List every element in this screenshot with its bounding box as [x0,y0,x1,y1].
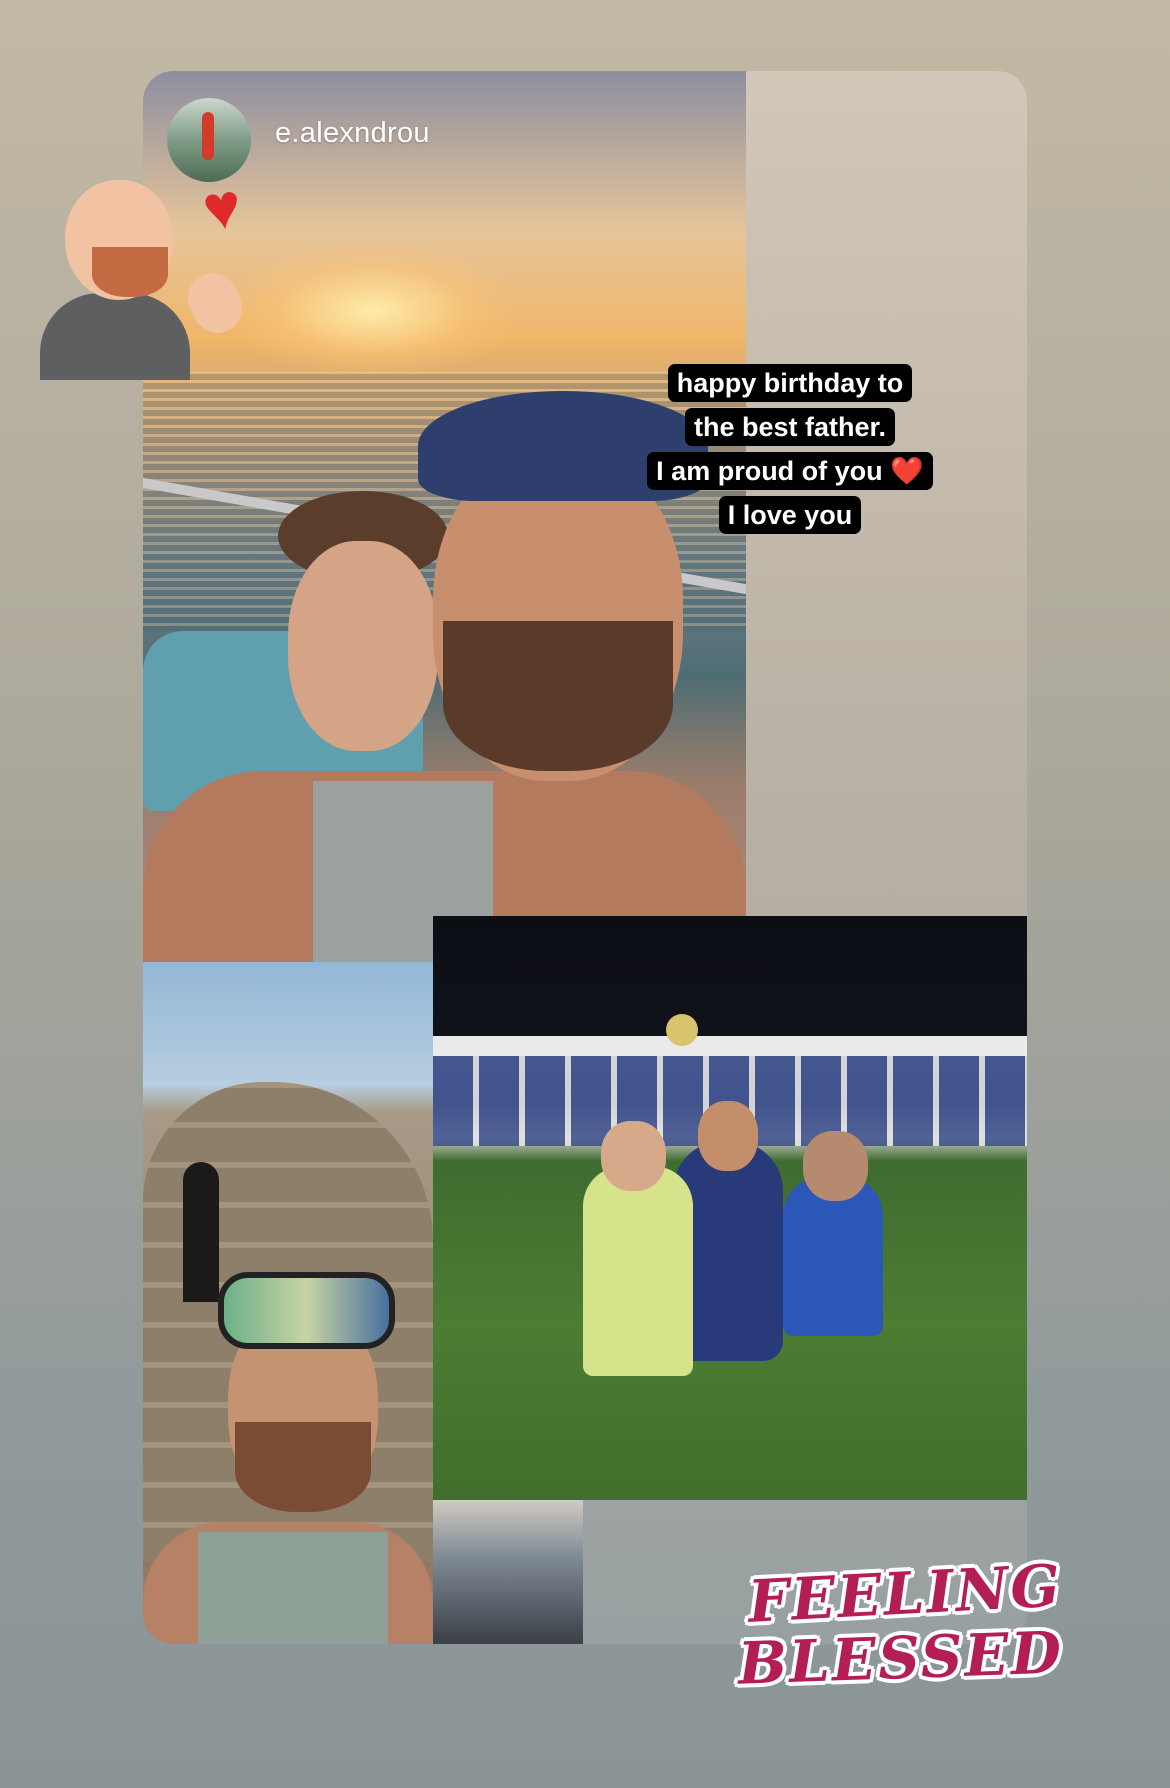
memoji-beard [92,247,168,297]
tank-top [198,1532,388,1644]
child-right-head [803,1131,868,1201]
heart-emoji-icon: ❤️ [890,456,924,486]
child-left [583,1166,693,1376]
selfie-photo-castle[interactable] [143,962,433,1644]
caption-line-2: the best father. [684,408,896,446]
ski-goggles [218,1272,395,1349]
feeling-blessed-sticker[interactable]: FEELING BLESSED [737,1551,1064,1713]
beard [235,1422,371,1512]
memoji-shirt [40,293,190,380]
story-card [143,71,1027,1644]
sticker-line-2: BLESSED [736,1618,1065,1698]
caption-line-1: happy birthday to [667,364,913,402]
child-left-head [601,1121,666,1191]
caption-line-4: I love you [718,496,862,534]
stadium-clock [666,1014,698,1046]
caption-text[interactable]: happy birthday to the best father. I am … [625,364,955,540]
stadium-photo[interactable] [433,916,1027,1500]
beard [443,621,673,771]
father-head [698,1101,758,1171]
stadium-banner [433,1036,1027,1056]
son-face [288,541,438,751]
memoji-hand [179,265,251,341]
arrow-slit [183,1162,219,1302]
background-person-photo [433,1500,583,1644]
caption-line-3: I am proud of you ❤️ [647,452,933,490]
username-label[interactable]: e.alexndrou [275,117,430,150]
profile-avatar[interactable] [167,98,251,182]
avatar-figure [202,112,214,160]
